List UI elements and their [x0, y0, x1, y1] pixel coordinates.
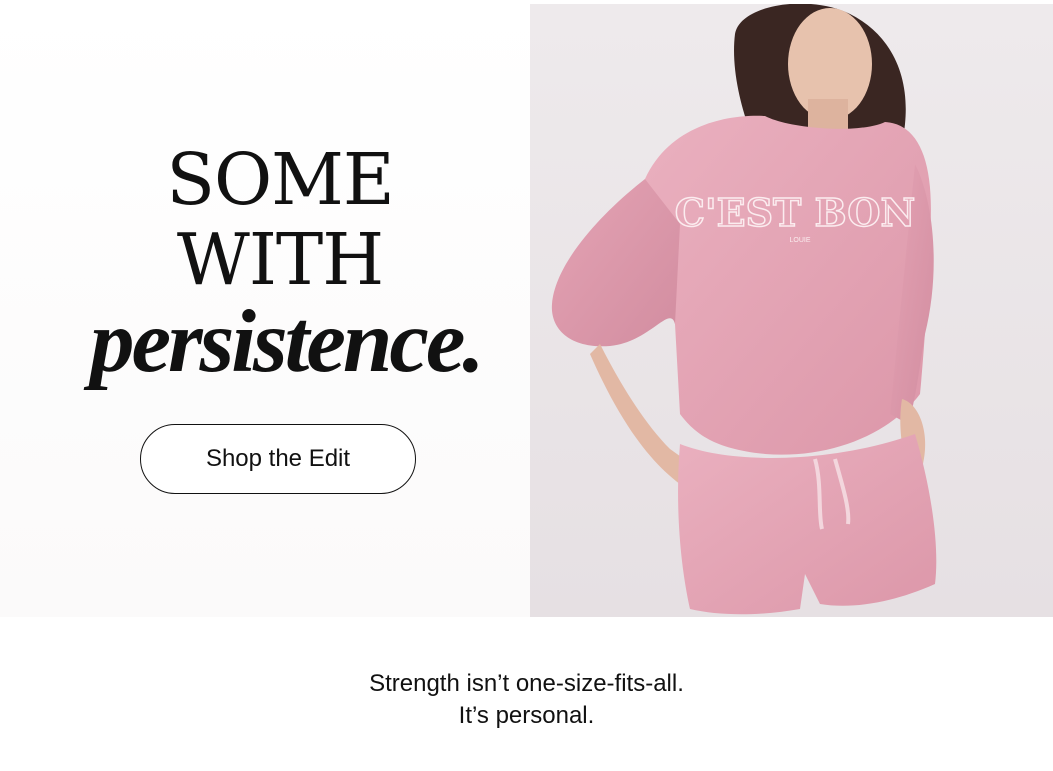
- tagline: Strength isn’t one-size-fits-all. It’s p…: [0, 668, 1053, 732]
- headline-line-2: WITH: [176, 218, 384, 301]
- shop-the-edit-label: Shop the Edit: [205, 445, 351, 472]
- headline-line-3: persistence.: [90, 293, 485, 391]
- garment-print-subtext: LOUIE: [789, 237, 810, 244]
- hero-headline: SOME WITH persistence.: [90, 138, 485, 391]
- hero-text-panel: SOME WITH persistence. Shop the Edit: [0, 0, 530, 617]
- headline-line-1: SOME: [166, 138, 394, 221]
- shop-the-edit-button[interactable]: Shop the Edit: [140, 424, 416, 494]
- hero-photo[interactable]: C'EST BON LOUIE: [530, 4, 1053, 617]
- tagline-line-2: It’s personal.: [458, 702, 595, 729]
- garment-print-text: C'EST BON: [675, 190, 915, 235]
- tagline-line-1: Strength isn’t one-size-fits-all.: [369, 670, 684, 697]
- model-in-pink-sweatsuit-image: C'EST BON LOUIE: [530, 4, 1053, 617]
